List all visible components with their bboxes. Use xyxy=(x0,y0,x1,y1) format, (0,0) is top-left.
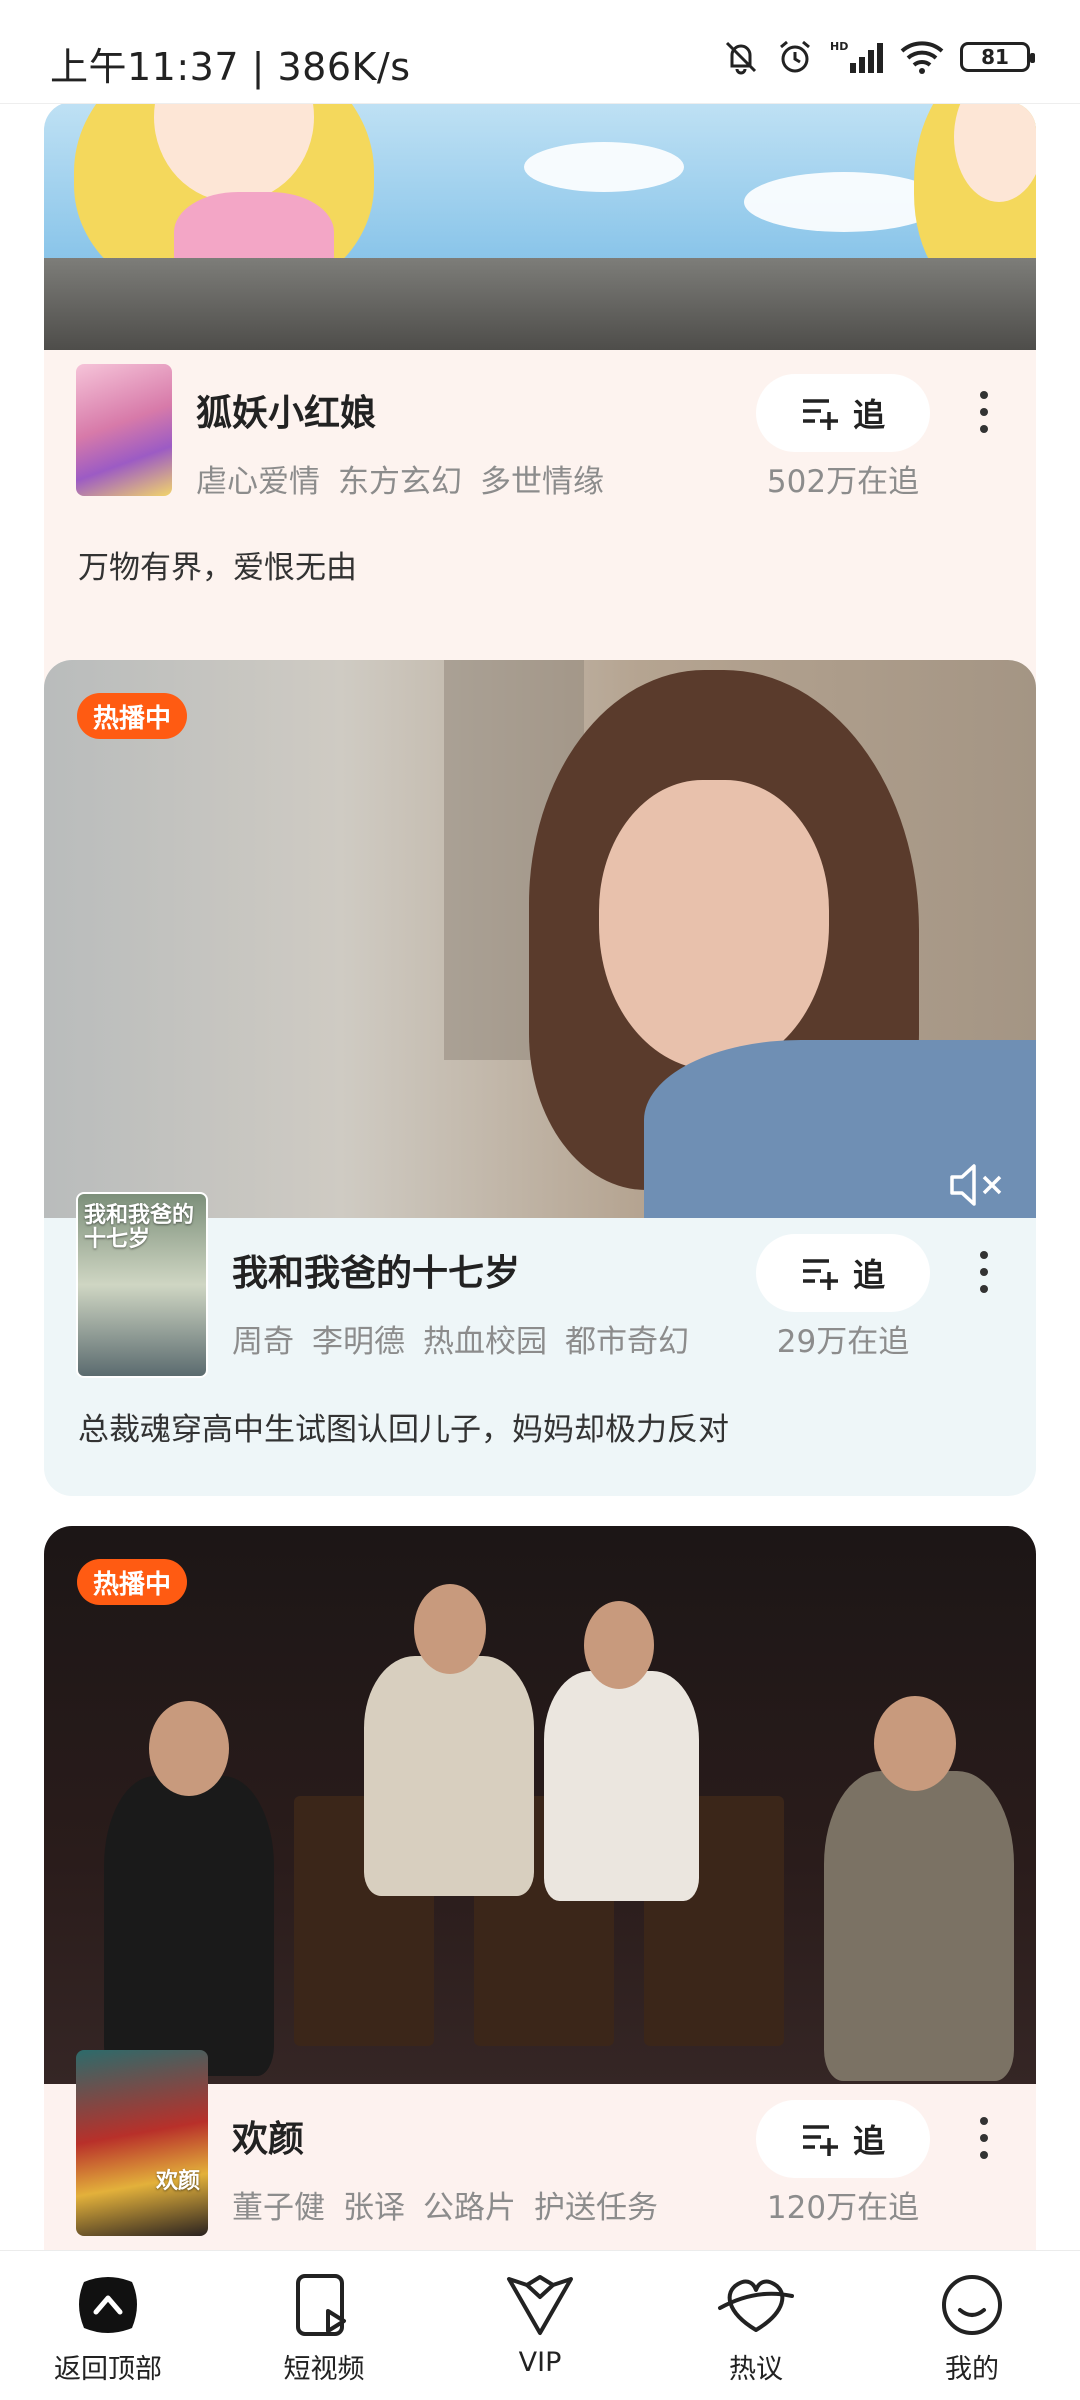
poster-image[interactable] xyxy=(76,364,172,496)
video-thumbnail[interactable]: 热播中 xyxy=(44,1526,1036,2084)
nav-back-to-top[interactable]: 返回顶部 xyxy=(0,2251,216,2400)
tag[interactable]: 多世情缘 xyxy=(480,464,604,500)
drama-description: 万物有界，爱恨无由 xyxy=(78,550,357,586)
nav-label: VIP xyxy=(518,2347,562,2378)
hot-discussion-icon xyxy=(718,2279,794,2332)
poster-title: 我和我爸的十七岁 xyxy=(84,1203,195,1253)
svg-text:HD: HD xyxy=(830,40,848,53)
nav-label: 短视频 xyxy=(283,2354,365,2385)
nav-profile[interactable]: 我的 xyxy=(864,2251,1080,2400)
tag[interactable]: 公路片 xyxy=(423,2190,516,2226)
mute-icon[interactable] xyxy=(948,1160,1008,1210)
follow-label: 追 xyxy=(852,2122,885,2160)
video-thumbnail[interactable] xyxy=(44,104,1036,350)
more-options-icon[interactable] xyxy=(964,382,1004,442)
nav-hot-discussion[interactable]: 热议 xyxy=(648,2251,864,2400)
wifi-icon xyxy=(900,41,944,74)
tag[interactable]: 李明德 xyxy=(312,1324,405,1360)
nav-vip[interactable]: VIP xyxy=(432,2251,648,2400)
follow-label: 追 xyxy=(852,396,885,434)
add-to-list-icon xyxy=(802,399,838,430)
poster-title: 欢颜 xyxy=(155,2169,200,2194)
tag-list: 周奇 李明德 热血校园 都市奇幻 xyxy=(232,1316,707,1361)
follow-button[interactable]: 追 xyxy=(756,1234,930,1312)
alarm-icon xyxy=(780,40,810,73)
nav-label: 热议 xyxy=(729,2354,783,2385)
poster-image[interactable]: 欢颜 xyxy=(76,2050,208,2236)
follow-count: 120万在追 xyxy=(766,2190,920,2226)
bottom-nav: 返回顶部 短视频 VIP 热议 我的 xyxy=(0,2250,1080,2400)
drama-description: 总裁魂穿高中生试图认回儿子，妈妈却极力反对 xyxy=(78,1412,729,1448)
status-time: 上午11:37 | 386K/s xyxy=(50,45,411,89)
nav-short-video[interactable]: 短视频 xyxy=(216,2251,432,2400)
tag[interactable]: 虐心爱情 xyxy=(196,464,320,500)
short-video-icon xyxy=(296,2274,346,2336)
nav-label: 返回顶部 xyxy=(54,2354,162,2385)
drama-title[interactable]: 我和我爸的十七岁 xyxy=(232,1244,520,1296)
tag[interactable]: 都市奇幻 xyxy=(565,1324,689,1360)
feed[interactable]: 狐妖小红娘 虐心爱情 东方玄幻 多世情缘 追 502万在追 万物有界，爱恨无由 热播… xyxy=(0,104,1080,2250)
tag[interactable]: 护送任务 xyxy=(534,2190,658,2226)
more-options-icon[interactable] xyxy=(964,2108,1004,2168)
hot-badge: 热播中 xyxy=(77,693,188,739)
follow-button[interactable]: 追 xyxy=(756,2100,930,2178)
add-to-list-icon xyxy=(802,1259,838,1290)
silent-bell-icon xyxy=(725,41,757,75)
profile-icon xyxy=(942,2275,1002,2335)
tag[interactable]: 周奇 xyxy=(232,1324,294,1360)
drama-card[interactable]: 热播中 我和我爸的十七岁 我和我爸的十七岁 周奇 李明德 热血校园 都市奇幻 追 29… xyxy=(44,660,1036,1496)
follow-label: 追 xyxy=(852,1256,885,1294)
add-to-list-icon xyxy=(802,2125,838,2156)
video-player[interactable]: 热播中 xyxy=(44,660,1036,1218)
tag[interactable]: 热血校园 xyxy=(423,1324,547,1360)
battery-icon: 81 xyxy=(960,42,1035,72)
follow-count: 29万在追 xyxy=(776,1324,910,1360)
back-to-top-icon xyxy=(79,2277,137,2333)
vip-icon xyxy=(507,2275,573,2335)
tag-list: 董子健 张译 公路片 护送任务 xyxy=(232,2182,676,2227)
follow-count: 502万在追 xyxy=(766,464,920,500)
tag[interactable]: 张译 xyxy=(343,2190,405,2226)
drama-title[interactable]: 欢颜 xyxy=(232,2110,304,2162)
follow-button[interactable]: 追 xyxy=(756,374,930,452)
signal-icon: HD xyxy=(830,40,883,73)
drama-card[interactable]: 热播中 欢颜 欢颜 董子健 张译 公路片 护送任务 追 120万在追 xyxy=(44,1526,1036,2250)
status-bar: 上午11:37 | 386K/s HD 81 xyxy=(0,0,1080,104)
tag-list: 虐心爱情 东方玄幻 多世情缘 xyxy=(196,456,622,501)
drama-title[interactable]: 狐妖小红娘 xyxy=(196,384,376,436)
more-options-icon[interactable] xyxy=(964,1242,1004,1302)
poster-image[interactable]: 我和我爸的十七岁 xyxy=(76,1192,208,1378)
status-icons: HD 81 xyxy=(722,38,1035,76)
drama-card[interactable]: 狐妖小红娘 虐心爱情 东方玄幻 多世情缘 追 502万在追 万物有界，爱恨无由 xyxy=(44,104,1036,732)
nav-label: 我的 xyxy=(945,2354,999,2385)
tag[interactable]: 东方玄幻 xyxy=(338,464,462,500)
hot-badge: 热播中 xyxy=(77,1559,188,1605)
tag[interactable]: 董子健 xyxy=(232,2190,325,2226)
